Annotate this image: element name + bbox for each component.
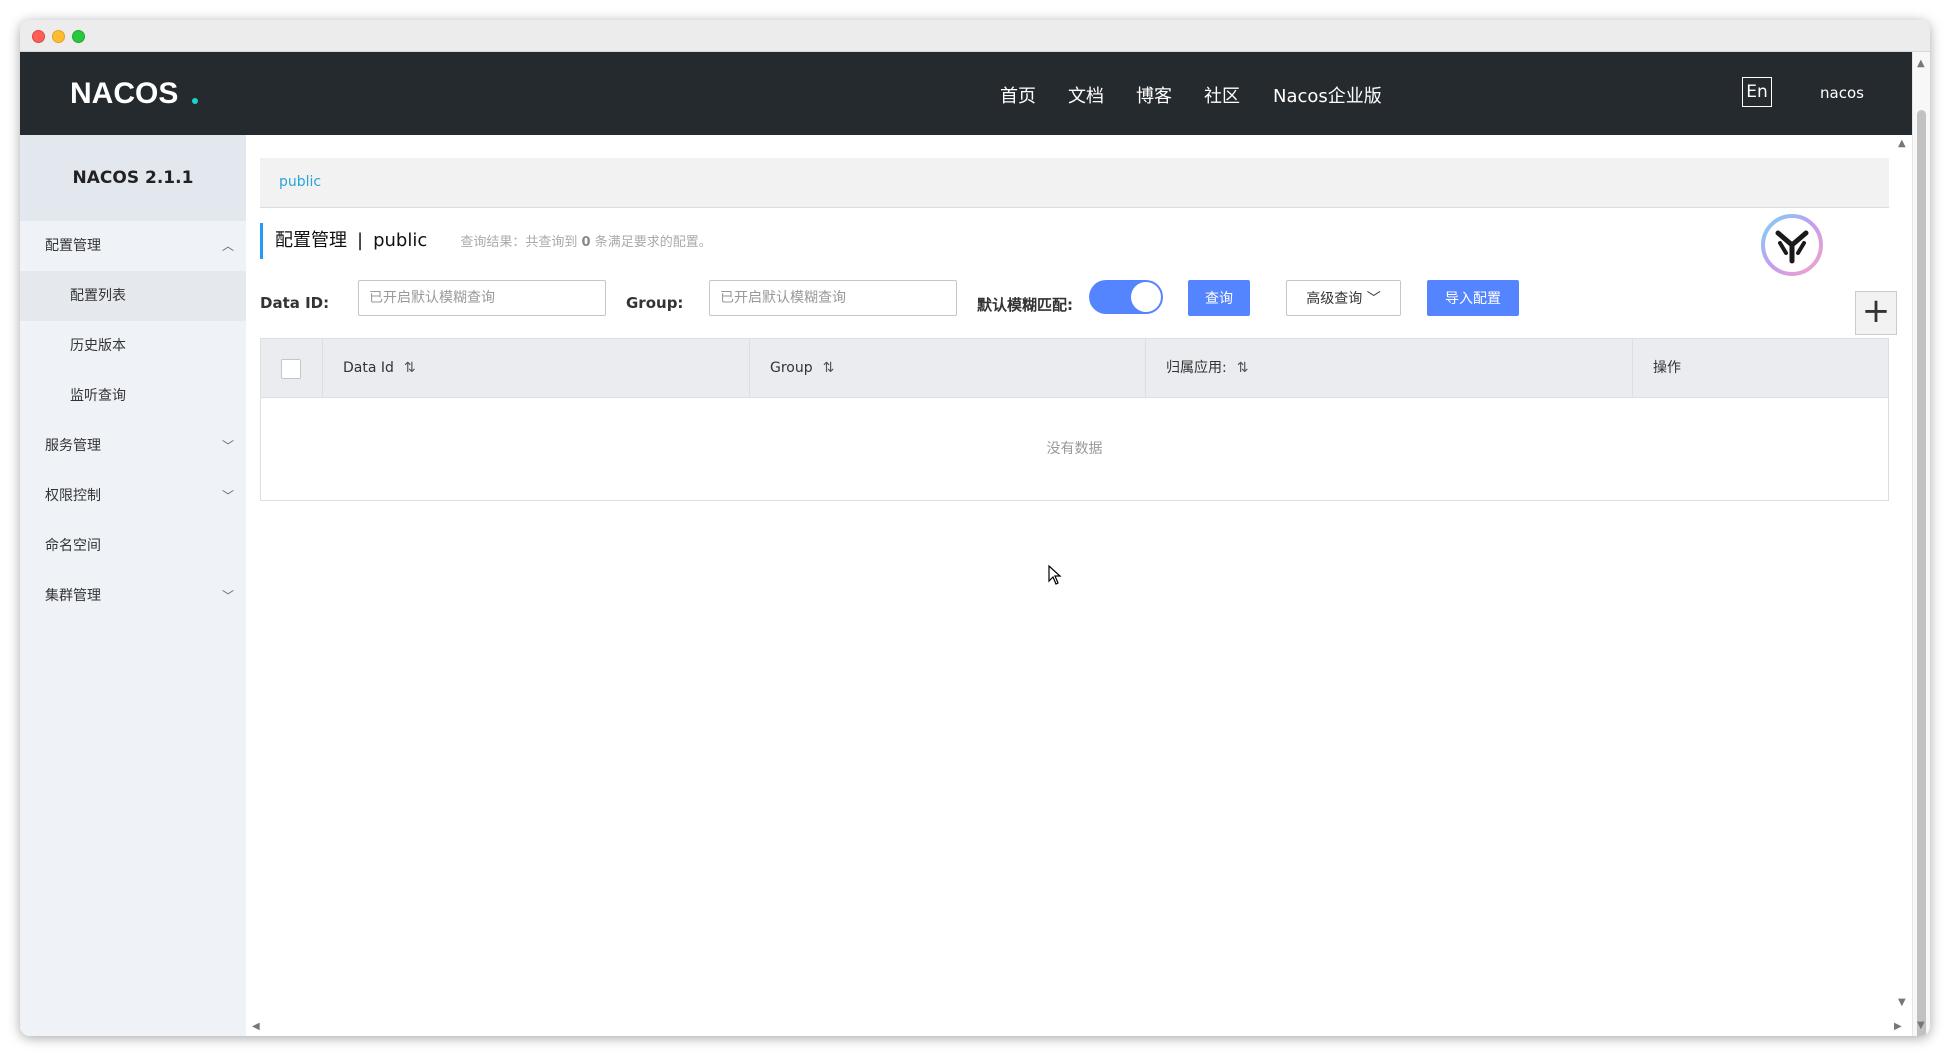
nav-docs[interactable]: 文档 — [1068, 82, 1104, 108]
sidebar-item-label: 服务管理 — [45, 438, 101, 454]
vertical-scrollbar[interactable]: ▲ ▼ — [1912, 52, 1930, 1036]
close-window-button[interactable] — [32, 30, 45, 43]
nav-enterprise[interactable]: Nacos企业版 — [1273, 82, 1382, 108]
query-button[interactable]: 查询 — [1188, 280, 1250, 316]
svg-text:NACOS: NACOS — [70, 77, 178, 110]
sidebar-item-label: 历史版本 — [70, 338, 126, 354]
main-content: public 配置管理 | public 查询结果：共查询到 0 条满足要求的配置。… — [246, 135, 1912, 1036]
sidebar-item-label: 监听查询 — [70, 388, 126, 404]
app-window: NACOS 首页 文档 博客 社区 Nacos企业版 En nacos NACO… — [20, 20, 1930, 1036]
window-titlebar — [20, 20, 1930, 52]
group-input[interactable] — [709, 280, 957, 316]
chevron-down-icon: ﹀ — [221, 439, 234, 453]
page-title: 配置管理 | public 查询结果：共查询到 0 条满足要求的配置。 — [260, 223, 712, 259]
version-title: NACOS 2.1.1 — [20, 135, 246, 221]
column-group[interactable]: Group ⇅ — [750, 339, 1146, 398]
import-config-button[interactable]: 导入配置 — [1427, 280, 1519, 316]
scroll-down-arrow-icon[interactable]: ▼ — [1917, 1020, 1925, 1031]
sidebar-item-cluster-management[interactable]: 集群管理 ﹀ — [20, 571, 246, 621]
chevron-up-icon: ︿ — [221, 239, 234, 253]
horizontal-scrollbar[interactable]: ◀ ▶ — [246, 1018, 1912, 1036]
sidebar-item-label: 配置列表 — [70, 288, 126, 304]
query-result-text: 查询结果：共查询到 0 条满足要求的配置。 — [460, 235, 712, 250]
sidebar: NACOS 2.1.1 配置管理 ︿ 配置列表 历史版本 监听查询 服务管理 ﹀… — [20, 135, 246, 1036]
page-title-section: 配置管理 — [275, 230, 347, 251]
chevron-down-icon: ﹀ — [221, 589, 234, 603]
maximize-window-button[interactable] — [72, 30, 85, 43]
sidebar-item-listener-query[interactable]: 监听查询 — [20, 371, 246, 421]
fuzzy-match-toggle[interactable] — [1089, 280, 1163, 314]
page-title-separator: | — [357, 230, 364, 251]
plus-icon: + — [1861, 291, 1891, 331]
sidebar-item-config-management[interactable]: 配置管理 ︿ — [20, 221, 246, 271]
column-actions: 操作 — [1653, 360, 1681, 376]
group-label: Group: — [626, 294, 684, 312]
sidebar-item-label: 命名空间 — [45, 538, 101, 554]
toggle-knob — [1131, 282, 1161, 312]
sidebar-item-namespace[interactable]: 命名空间 — [20, 521, 246, 571]
scroll-right-arrow-icon[interactable]: ▶ — [1894, 1021, 1902, 1032]
table-header: Data Id ⇅ Group ⇅ 归属应用: ⇅ 操作 — [261, 339, 1888, 398]
vertical-scrollbar-thumb[interactable] — [1917, 110, 1926, 1036]
scroll-left-arrow-icon[interactable]: ◀ — [252, 1021, 260, 1032]
select-all-checkbox[interactable] — [281, 359, 301, 379]
data-id-label: Data ID: — [260, 294, 330, 312]
sort-icon[interactable]: ⇅ — [1237, 360, 1249, 376]
nav-community[interactable]: 社区 — [1204, 82, 1240, 108]
namespace-bar: public — [260, 158, 1889, 208]
advanced-query-button[interactable]: 高级查询 ﹀ — [1286, 280, 1401, 316]
nav-home[interactable]: 首页 — [1000, 82, 1036, 108]
nav-blog[interactable]: 博客 — [1136, 82, 1172, 108]
namespace-link-public[interactable]: public — [279, 174, 321, 190]
add-config-button[interactable]: + — [1855, 291, 1897, 335]
empty-state-text: 没有数据 — [1046, 441, 1103, 457]
minimize-window-button[interactable] — [52, 30, 65, 43]
nacos-logo[interactable]: NACOS — [70, 76, 270, 110]
config-table: Data Id ⇅ Group ⇅ 归属应用: ⇅ 操作 没有数据 — [260, 338, 1889, 501]
column-data-id[interactable]: Data Id ⇅ — [323, 339, 750, 398]
sidebar-item-label: 权限控制 — [45, 488, 101, 504]
assistant-logo-icon[interactable] — [1760, 213, 1824, 277]
sidebar-item-config-list[interactable]: 配置列表 — [20, 271, 246, 321]
sidebar-item-label: 集群管理 — [45, 588, 101, 604]
language-switch-button[interactable]: En — [1742, 77, 1772, 107]
page-title-namespace: public — [373, 230, 428, 251]
column-app[interactable]: 归属应用: ⇅ — [1146, 339, 1633, 398]
scroll-up-arrow-icon[interactable]: ▲ — [1917, 58, 1925, 69]
content-scroll-down-arrow-icon[interactable]: ▼ — [1898, 997, 1906, 1008]
sidebar-item-history[interactable]: 历史版本 — [20, 321, 246, 371]
sidebar-item-label: 配置管理 — [45, 238, 101, 254]
sort-icon[interactable]: ⇅ — [823, 360, 835, 376]
user-menu[interactable]: nacos — [1820, 84, 1864, 102]
sort-icon[interactable]: ⇅ — [404, 360, 416, 376]
sidebar-item-service-management[interactable]: 服务管理 ﹀ — [20, 421, 246, 471]
fuzzy-match-label: 默认模糊匹配: — [977, 296, 1073, 314]
mouse-pointer-icon — [1048, 565, 1062, 585]
chevron-down-icon: ﹀ — [221, 489, 234, 503]
content-scroll-up-arrow-icon[interactable]: ▲ — [1898, 138, 1906, 149]
sidebar-item-access-control[interactable]: 权限控制 ﹀ — [20, 471, 246, 521]
select-all-cell — [261, 339, 323, 398]
data-id-input[interactable] — [358, 280, 606, 316]
result-count: 0 — [581, 235, 591, 250]
chevron-down-icon: ﹀ — [1366, 291, 1381, 307]
top-navigation-bar: NACOS 首页 文档 博客 社区 Nacos企业版 En nacos — [20, 52, 1912, 135]
